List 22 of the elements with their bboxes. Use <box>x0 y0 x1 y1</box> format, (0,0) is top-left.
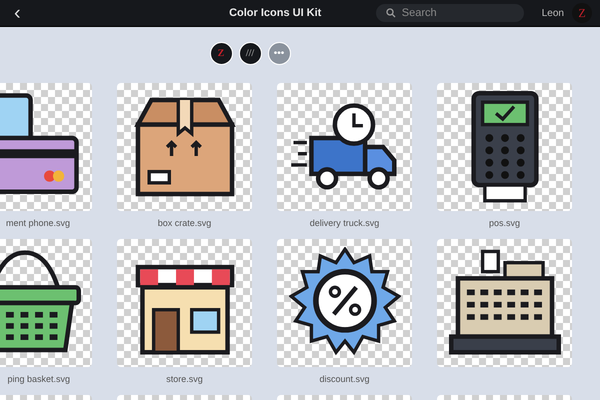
icon-tile[interactable] <box>277 83 412 211</box>
file-name: store.svg <box>166 374 203 384</box>
file-name: box crate.svg <box>158 218 212 228</box>
user-name: Leon <box>542 8 564 18</box>
icon-tile[interactable] <box>277 239 412 367</box>
file-name: delivery truck.svg <box>310 218 380 228</box>
file-name: discount.svg <box>319 374 370 384</box>
back-button[interactable]: ‹ <box>10 3 25 23</box>
window-title: Color Icons UI Kit <box>228 7 322 19</box>
file-name: pos.svg <box>488 218 520 228</box>
icon-tile[interactable] <box>117 83 252 211</box>
search-field[interactable]: Search <box>376 4 524 22</box>
app-button[interactable]: Z <box>210 42 232 64</box>
more-button[interactable]: ••• <box>268 42 290 64</box>
icon-tile[interactable] <box>117 239 252 367</box>
user-avatar[interactable]: Z <box>572 3 592 23</box>
app-button[interactable]: /// <box>238 42 262 64</box>
icon-tile[interactable] <box>437 239 572 367</box>
file-name: ment phone.svg <box>6 218 70 228</box>
icon-tile[interactable] <box>437 83 572 211</box>
file-name: ping basket.svg <box>7 374 70 384</box>
search-icon <box>386 8 396 18</box>
